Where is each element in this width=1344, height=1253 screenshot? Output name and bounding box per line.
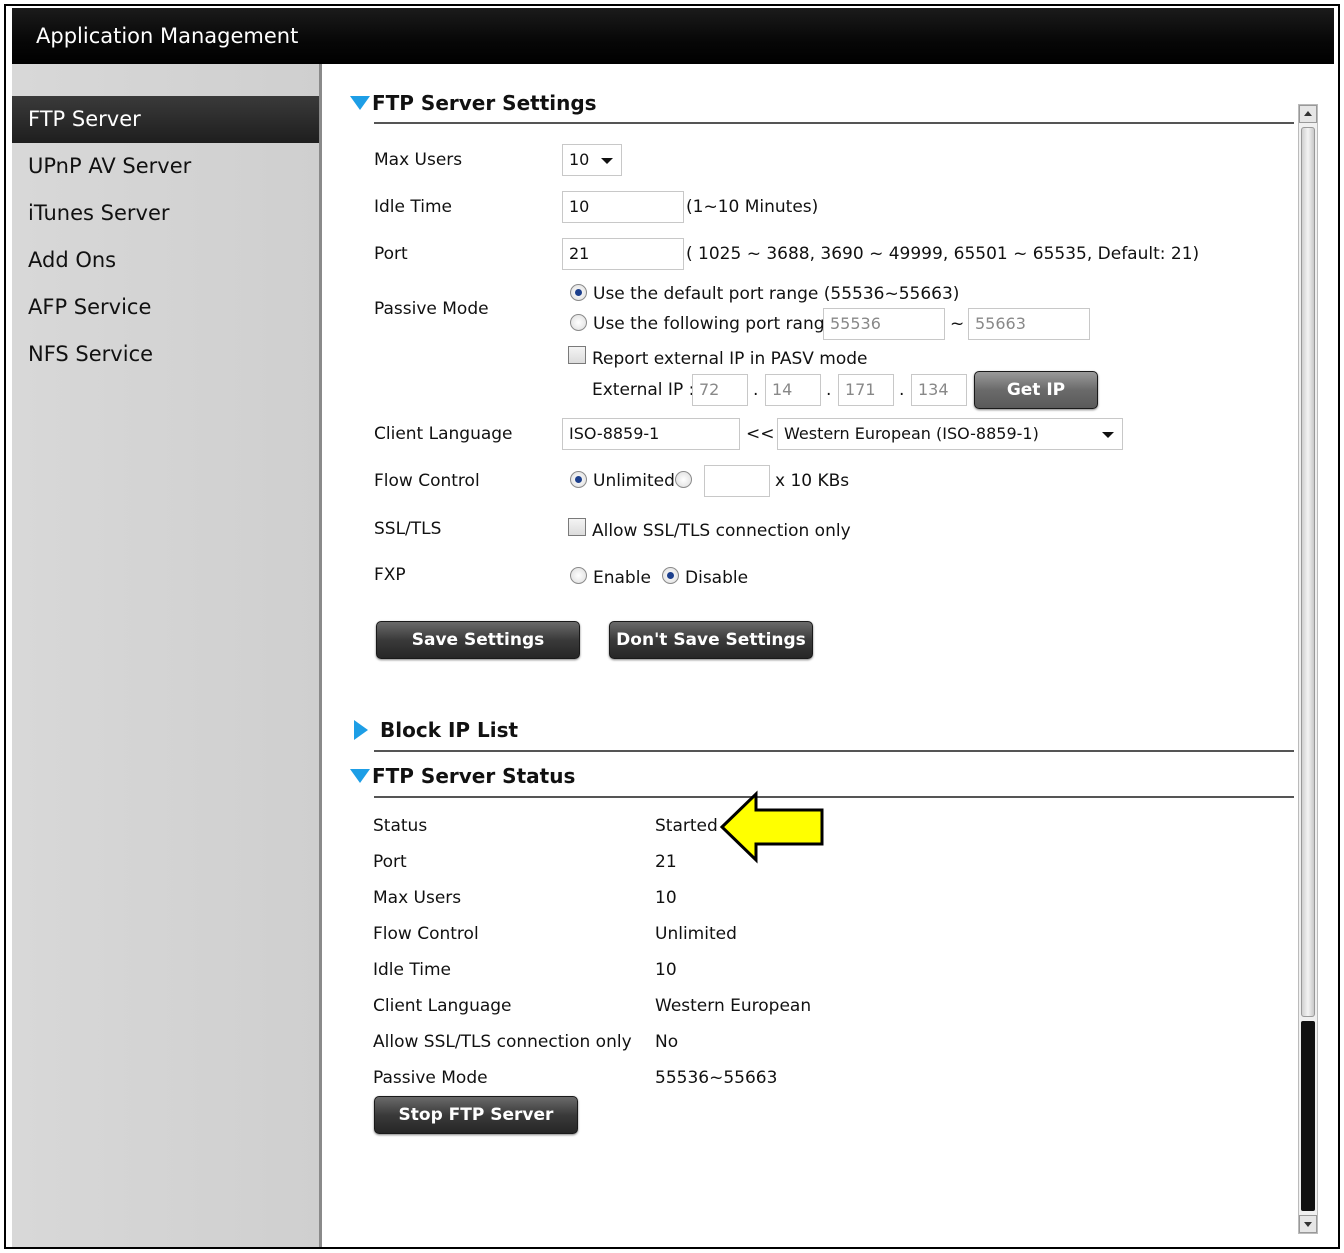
app-window: Application Management FTP Server UPnP A… xyxy=(4,4,1340,1249)
status-row-value: No xyxy=(655,1032,679,1052)
chevron-down-icon xyxy=(601,158,613,164)
port-hint: ( 1025 ~ 3688, 3690 ~ 49999, 65501 ~ 655… xyxy=(686,244,1200,264)
port-input[interactable]: 21 xyxy=(562,238,684,270)
client-language-input[interactable]: ISO-8859-1 xyxy=(562,418,740,450)
stop-ftp-server-button[interactable]: Stop FTP Server xyxy=(374,1096,578,1134)
port-range-separator: ~ xyxy=(950,314,965,334)
sidebar-item-add-ons[interactable]: Add Ons xyxy=(12,237,319,284)
port-range-to-input[interactable]: 55663 xyxy=(968,308,1090,340)
scrollbar-thumb[interactable] xyxy=(1301,127,1315,1017)
status-row-label: Port xyxy=(373,852,407,872)
status-row-value: 10 xyxy=(655,960,677,980)
passive-default-label: Use the default port range (55536~55663) xyxy=(593,284,960,304)
callout-arrow-icon xyxy=(719,790,824,864)
flow-limit-input[interactable] xyxy=(704,465,770,497)
status-row-label: Allow SSL/TLS connection only xyxy=(373,1032,632,1052)
external-ip-octet-2[interactable]: 14 xyxy=(765,374,821,406)
client-language-separator: << xyxy=(746,424,775,444)
report-external-ip-label: Report external IP in PASV mode xyxy=(592,349,868,369)
section-block-ip-toggle[interactable]: Block IP List xyxy=(350,715,518,745)
client-language-selected: Western European (ISO-8859-1) xyxy=(784,424,1039,443)
status-row-value: Started xyxy=(655,816,718,836)
max-users-select[interactable]: 10 xyxy=(562,144,622,176)
window-title: Application Management xyxy=(12,8,1334,64)
client-language-select[interactable]: Western European (ISO-8859-1) xyxy=(777,418,1123,450)
status-row-value: 10 xyxy=(655,888,677,908)
flow-limit-unit: x 10 KBs xyxy=(775,471,850,491)
status-row-value: 55536~55663 xyxy=(655,1068,778,1088)
idle-time-label: Idle Time xyxy=(374,197,452,217)
scroll-up-arrow-icon[interactable] xyxy=(1299,105,1317,123)
ip-dot: . xyxy=(826,380,832,400)
main-panel: FTP Server Settings Max Users 10 Idle Ti… xyxy=(326,64,1334,1247)
expand-triangle-icon xyxy=(354,720,368,740)
idle-time-hint: (1~10 Minutes) xyxy=(686,197,819,217)
divider xyxy=(374,796,1294,798)
status-row-value: Unlimited xyxy=(655,924,737,944)
passive-default-radio[interactable] xyxy=(570,284,587,301)
status-row-label: Idle Time xyxy=(373,960,451,980)
divider xyxy=(374,750,1294,752)
sidebar-item-nfs-service[interactable]: NFS Service xyxy=(12,331,319,378)
flow-control-label: Flow Control xyxy=(374,471,480,491)
fxp-disable-radio[interactable] xyxy=(662,567,679,584)
section-ftp-settings-toggle[interactable]: FTP Server Settings xyxy=(350,88,597,118)
scroll-down-arrow-icon[interactable] xyxy=(1299,1215,1317,1233)
save-settings-button[interactable]: Save Settings xyxy=(376,621,580,659)
external-ip-octet-4[interactable]: 134 xyxy=(911,374,967,406)
external-ip-octet-3[interactable]: 171 xyxy=(838,374,894,406)
passive-mode-label: Passive Mode xyxy=(374,299,489,319)
flow-unlimited-radio[interactable] xyxy=(570,471,587,488)
fxp-label: FXP xyxy=(374,565,406,585)
status-row-label: Max Users xyxy=(373,888,462,908)
status-row-value: Western European xyxy=(655,996,812,1016)
client-language-label: Client Language xyxy=(374,424,513,444)
max-users-label: Max Users xyxy=(374,150,463,170)
ip-dot: . xyxy=(899,380,905,400)
sidebar-item-itunes-server[interactable]: iTunes Server xyxy=(12,190,319,237)
chevron-down-icon xyxy=(1102,432,1114,438)
vertical-scrollbar[interactable] xyxy=(1298,104,1318,1234)
sidebar-item-afp-service[interactable]: AFP Service xyxy=(12,284,319,331)
fxp-enable-label: Enable xyxy=(593,568,651,588)
passive-custom-radio[interactable] xyxy=(570,314,587,331)
passive-custom-label: Use the following port range: xyxy=(593,314,841,334)
collapse-triangle-icon xyxy=(350,769,370,783)
sidebar-item-upnp-av-server[interactable]: UPnP AV Server xyxy=(12,143,319,190)
section-title: FTP Server Settings xyxy=(372,91,597,115)
idle-time-input[interactable]: 10 xyxy=(562,191,684,223)
status-row-label: Client Language xyxy=(373,996,512,1016)
external-ip-label: External IP : xyxy=(592,380,695,400)
scrollbar-track[interactable] xyxy=(1301,1021,1315,1211)
section-ftp-status-toggle[interactable]: FTP Server Status xyxy=(350,761,575,791)
fxp-disable-label: Disable xyxy=(685,568,749,588)
port-label: Port xyxy=(374,244,408,264)
divider xyxy=(374,122,1294,124)
max-users-value: 10 xyxy=(569,150,590,169)
status-row-label: Passive Mode xyxy=(373,1068,488,1088)
fxp-enable-radio[interactable] xyxy=(570,567,587,584)
dont-save-settings-button[interactable]: Don't Save Settings xyxy=(609,621,813,659)
sidebar: FTP Server UPnP AV Server iTunes Server … xyxy=(12,64,322,1247)
status-row-label: Status xyxy=(373,816,428,836)
ssl-only-checkbox[interactable] xyxy=(568,518,586,536)
report-external-ip-checkbox[interactable] xyxy=(568,346,586,364)
ssl-label: SSL/TLS xyxy=(374,519,442,539)
ssl-only-label: Allow SSL/TLS connection only xyxy=(592,521,851,541)
section-title: FTP Server Status xyxy=(372,764,576,788)
port-range-from-input[interactable]: 55536 xyxy=(823,308,945,340)
sidebar-nav: FTP Server UPnP AV Server iTunes Server … xyxy=(12,96,319,378)
get-ip-button[interactable]: Get IP xyxy=(974,371,1098,409)
sidebar-item-ftp-server[interactable]: FTP Server xyxy=(12,96,319,143)
section-title: Block IP List xyxy=(380,718,519,742)
status-row-label: Flow Control xyxy=(373,924,479,944)
flow-unlimited-label: Unlimited xyxy=(593,471,675,491)
flow-limit-radio[interactable] xyxy=(675,471,692,488)
collapse-triangle-icon xyxy=(350,96,370,110)
status-row-value: 21 xyxy=(655,852,677,872)
ip-dot: . xyxy=(753,380,759,400)
external-ip-octet-1[interactable]: 72 xyxy=(692,374,748,406)
